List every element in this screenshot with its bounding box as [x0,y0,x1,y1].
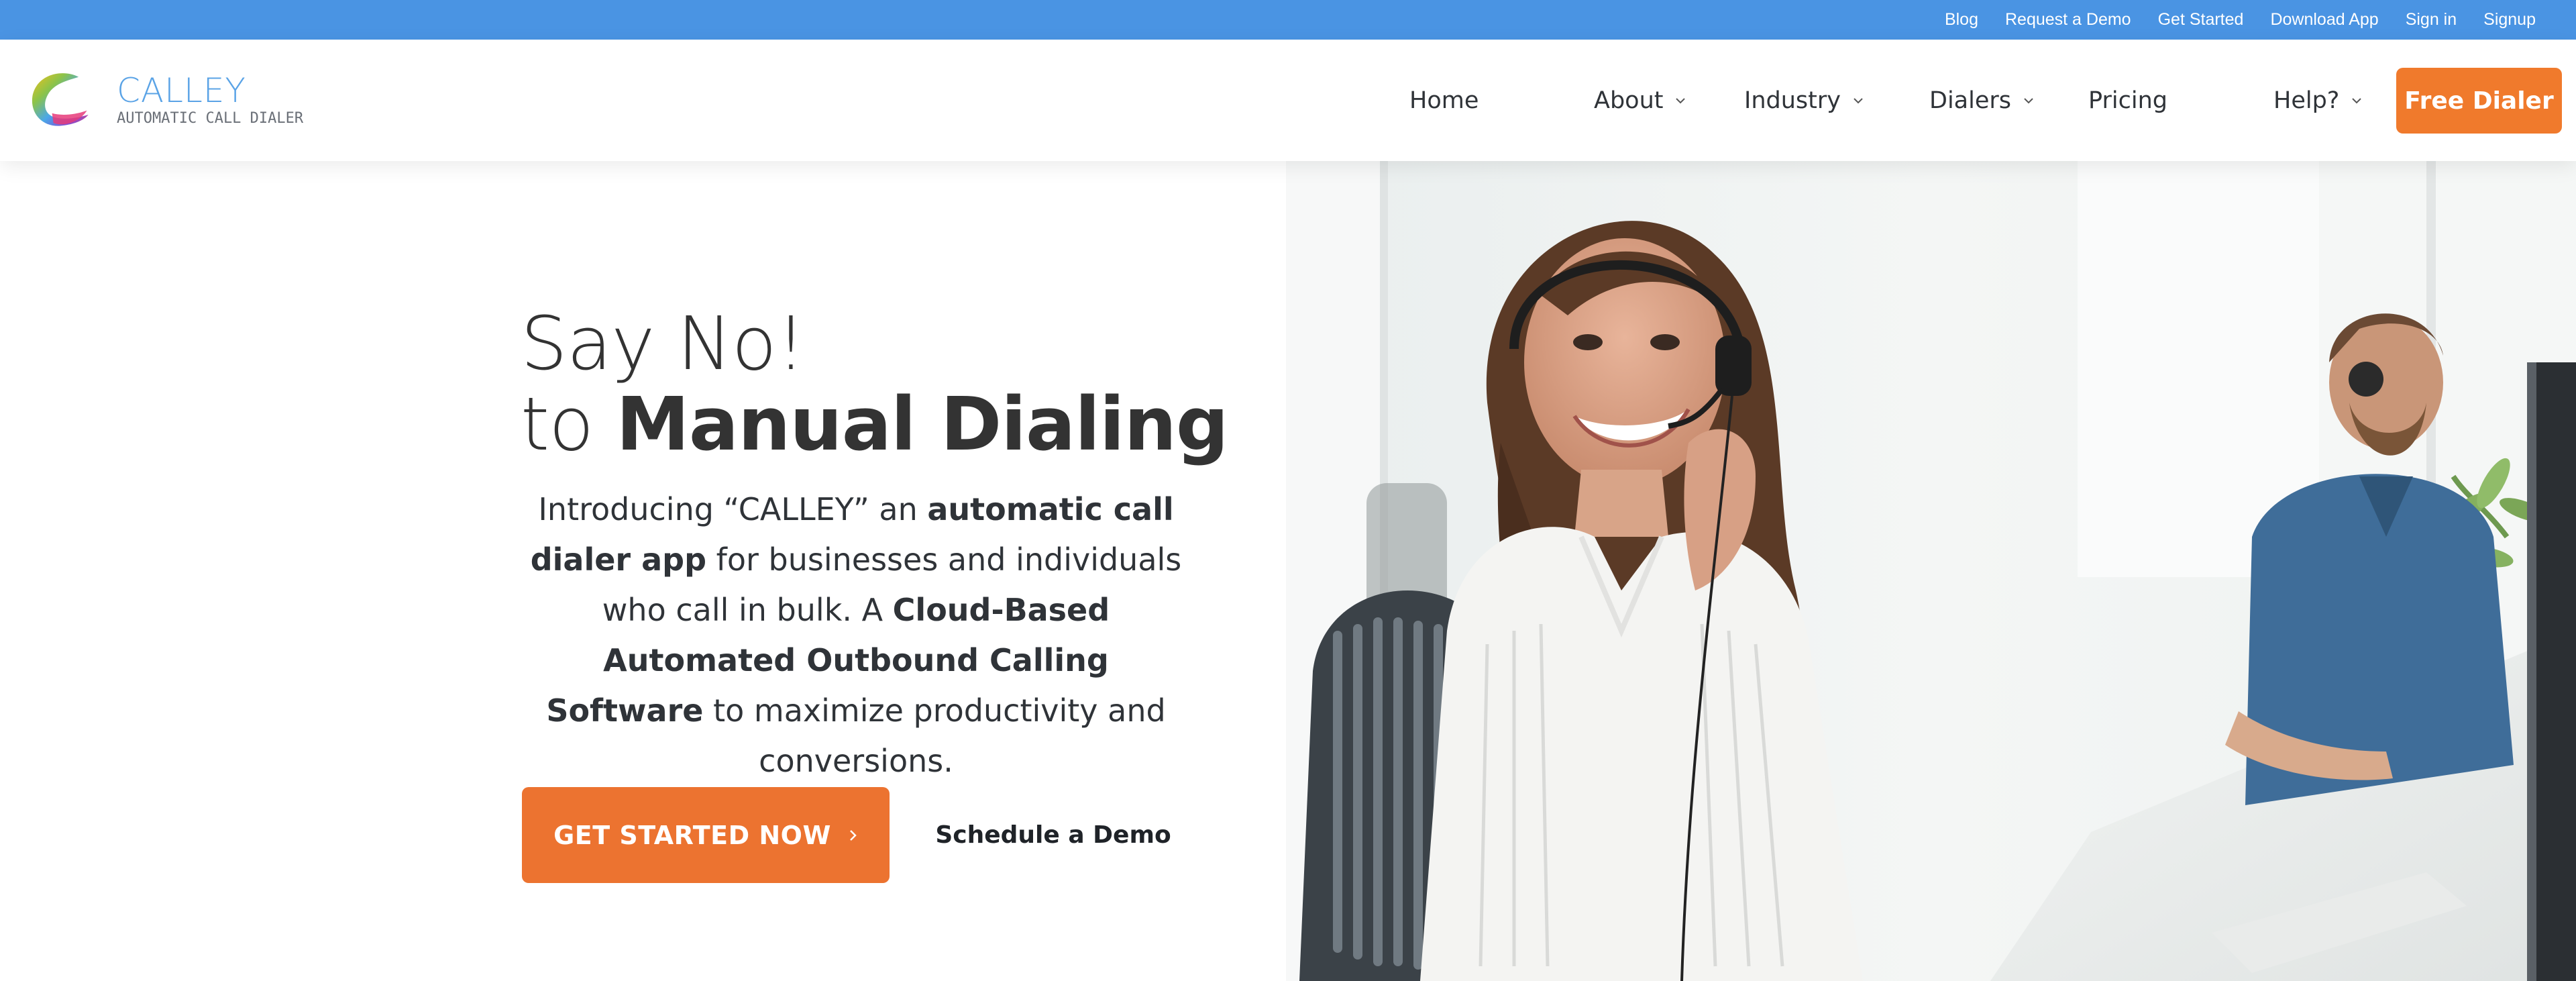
nav-label: Help? [2273,87,2340,114]
get-started-label: GET STARTED NOW [553,820,831,850]
topbar-link-request-demo[interactable]: Request a Demo [2005,10,2131,30]
chevron-right-icon [850,829,857,841]
hero-desc-part: Introducing “CALLEY” an [538,491,928,527]
free-dialer-button[interactable]: Free Dialer [2396,68,2562,134]
chevron-down-icon [1676,97,1686,103]
top-utility-links: Blog Request a Demo Get Started Download… [1945,0,2536,40]
topbar-link-get-started[interactable]: Get Started [2158,10,2244,30]
nav-item-pricing[interactable]: Pricing [2088,40,2167,161]
hero-title: Say No! to Manual Dialing [521,301,1229,467]
hero-description: Introducing “CALLEY” an automatic call d… [521,484,1191,786]
hero-title-line2: to Manual Dialing [521,381,1229,467]
nav-label: Pricing [2088,87,2167,114]
topbar-link-download-app[interactable]: Download App [2270,10,2378,30]
chevron-down-icon [1854,97,1863,103]
nav-label: About [1594,87,1664,114]
nav-item-about[interactable]: About [1594,40,1686,161]
hero-title-emphasis: Manual Dialing [616,381,1228,467]
topbar-link-blog[interactable]: Blog [1945,10,1978,30]
chevron-down-icon [2024,97,2033,103]
top-utility-bar: Blog Request a Demo Get Started Download… [0,0,2576,40]
topbar-link-signup[interactable]: Signup [2483,10,2536,30]
hero-image [1286,161,2576,981]
nav-item-industry[interactable]: Industry [1744,40,1864,161]
nav-label: Dialers [1929,87,2012,114]
nav-item-help[interactable]: Help? [2273,40,2362,161]
nav-item-dialers[interactable]: Dialers [1929,40,2034,161]
topbar-link-sign-in[interactable]: Sign in [2406,10,2457,30]
hero-photo-illustration [1286,161,2576,981]
schedule-demo-button[interactable]: Schedule a Demo [926,787,1181,883]
hero-desc-part: to maximize productivity and conversions… [703,692,1166,779]
get-started-now-button[interactable]: GET STARTED NOW [522,787,890,883]
main-nav: Home About Industry Dialers Pricing Help… [0,40,2576,161]
hero-title-prefix: to [521,381,616,467]
nav-item-home[interactable]: Home [1409,40,1479,161]
nav-label: Home [1409,87,1479,114]
nav-label: Industry [1744,87,1841,114]
hero-title-line1: Say No! [521,301,806,386]
chevron-down-icon [2352,97,2362,103]
